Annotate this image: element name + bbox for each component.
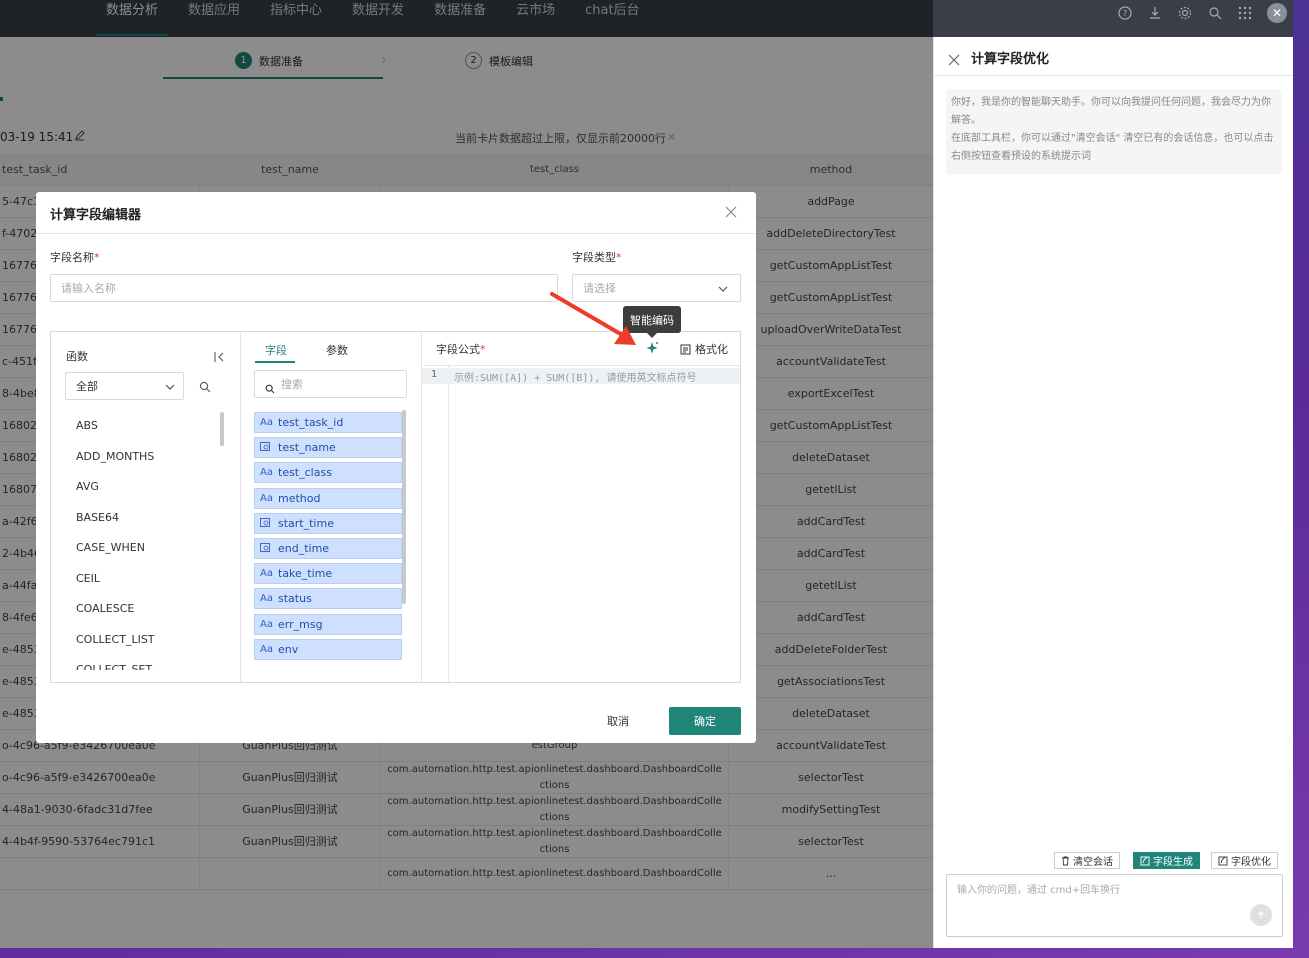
nav-icons: ? ✕ xyxy=(1117,0,1287,26)
search-icon[interactable] xyxy=(1207,5,1223,21)
field-name: env xyxy=(278,642,299,656)
field-generate-button[interactable]: 字段生成 xyxy=(1133,852,1200,869)
function-item[interactable]: COLLECT_LIST xyxy=(76,633,155,646)
cancel-button[interactable]: 取消 xyxy=(607,707,629,735)
function-item[interactable]: ABS xyxy=(76,419,98,432)
editor-panel: 函数 全部 ABS ADD_MONTHS AVG BASE64 CASE_WHEN CEI… xyxy=(50,331,741,683)
field-panel: 字段 参数 搜索 Aa test_task_id test_name Aa test_c… xyxy=(241,332,422,682)
trash-icon xyxy=(1062,856,1069,865)
avatar[interactable]: ✕ xyxy=(1267,3,1287,23)
assistant-side-panel: 计算字段优化 你好，我是你的智能聊天助手。你可以向我提问任何问题，我会尽力为你解… xyxy=(933,37,1293,948)
greeting-text: 你好，我是你的智能聊天助手。你可以向我提问任何问题，我会尽力为你解答。 xyxy=(951,97,1271,126)
clear-chat-button[interactable]: 清空会话 xyxy=(1054,852,1120,869)
function-item[interactable]: CASE_WHEN xyxy=(76,541,145,554)
field-name: start_time xyxy=(278,516,334,530)
download-icon[interactable] xyxy=(1147,5,1163,21)
formula-panel: 字段公式* 格式化 1 示例:SUM([A]) + SUM([B]), 请使用英… xyxy=(422,332,740,682)
settings-icon[interactable] xyxy=(1177,5,1193,21)
function-item[interactable]: ADD_MONTHS xyxy=(76,450,154,463)
red-arrow-annotation xyxy=(550,292,636,345)
field-item[interactable]: start_time xyxy=(254,512,402,534)
string-type-icon: Aa xyxy=(260,492,273,504)
formula-label: 字段公式* xyxy=(436,343,486,356)
line-number: 1 xyxy=(431,369,438,380)
field-name: test_task_id xyxy=(278,416,344,429)
field-name-input[interactable]: 请输入名称 xyxy=(50,274,558,302)
divider xyxy=(934,75,1293,76)
string-type-icon: Aa xyxy=(260,467,273,479)
field-type-label: 字段类型* xyxy=(572,251,622,264)
function-list: ABS ADD_MONTHS AVG BASE64 CASE_WHEN CEIL COALE… xyxy=(51,332,241,670)
modal-overlay-nav xyxy=(0,0,933,37)
field-name: err_msg xyxy=(278,617,323,631)
sparkle-icon[interactable] xyxy=(645,340,659,359)
format-button[interactable]: 格式化 xyxy=(680,341,728,357)
function-item[interactable]: COALESCE xyxy=(76,602,134,615)
divider xyxy=(422,365,740,366)
chevron-down-icon xyxy=(718,283,728,296)
close-icon[interactable] xyxy=(724,204,738,218)
assistant-greeting: 你好，我是你的智能聊天助手。你可以向我提问任何问题，我会尽力为你解答。 在底部工… xyxy=(946,89,1282,174)
ok-button[interactable]: 确定 xyxy=(669,707,741,735)
function-item[interactable]: CEIL xyxy=(76,572,100,585)
date-type-icon xyxy=(260,441,278,454)
format-icon xyxy=(680,344,691,354)
field-optimize-button[interactable]: 字段优化 xyxy=(1211,852,1278,869)
field-item[interactable]: Aa test_task_id xyxy=(254,412,402,433)
apps-icon[interactable] xyxy=(1237,5,1253,21)
scrollbar[interactable] xyxy=(402,410,406,604)
edit-icon xyxy=(1140,856,1150,865)
divider xyxy=(36,233,756,234)
send-icon[interactable] xyxy=(1250,904,1272,926)
string-type-icon: Aa xyxy=(260,568,273,580)
chat-input[interactable]: 输入你的问题，通过 cmd+回车换行 xyxy=(946,874,1283,937)
string-type-icon: Aa xyxy=(260,417,273,428)
string-type-icon: Aa xyxy=(260,618,273,630)
field-item[interactable]: Aa take_time xyxy=(254,563,402,585)
field-item[interactable]: Aa method xyxy=(254,487,402,509)
help-icon[interactable]: ? xyxy=(1117,5,1133,21)
field-name: test_name xyxy=(278,441,336,455)
function-item[interactable]: COLLECT_SET xyxy=(76,663,152,670)
function-item[interactable]: AVG xyxy=(76,480,99,493)
string-type-icon: Aa xyxy=(260,643,273,655)
field-name: status xyxy=(278,592,312,606)
close-icon[interactable] xyxy=(948,51,960,66)
field-item[interactable]: Aa env xyxy=(254,638,402,660)
field-name-label: 字段名称* xyxy=(50,251,100,264)
formula-editor[interactable]: 示例:SUM([A]) + SUM([B]), 请使用英文标点符号 xyxy=(454,369,696,384)
modal-title: 计算字段编辑器 xyxy=(50,208,142,223)
side-panel-title: 计算字段优化 xyxy=(971,52,1050,67)
field-item[interactable]: Aa err_msg xyxy=(254,613,402,635)
function-item[interactable]: BASE64 xyxy=(76,511,119,524)
field-name: end_time xyxy=(278,542,330,555)
field-name: method xyxy=(278,491,321,505)
calc-field-editor-modal: 计算字段编辑器 字段名称* 请输入名称 字段类型* 请选择 函数 全部 ABS A… xyxy=(36,192,756,743)
field-item[interactable]: Aa test_class xyxy=(254,462,402,484)
field-name: take_time xyxy=(278,567,333,581)
function-panel: 函数 全部 ABS ADD_MONTHS AVG BASE64 CASE_WHEN CEI… xyxy=(51,332,241,682)
field-name: test_class xyxy=(278,466,332,480)
field-item[interactable]: end_time xyxy=(254,538,402,559)
greeting-text: 在底部工具栏，你可以通过"清空会话" 清空已有的会话信息，也可以点击右侧按钮查看… xyxy=(951,133,1274,162)
svg-text:?: ? xyxy=(1123,9,1127,18)
field-list: Aa test_task_id test_name Aa test_class Aa met… xyxy=(241,332,422,670)
app-window: 数据分析 数据应用 指标中心 数据开发 数据准备 云市场 chat后台 ? ✕ 1 数据准备… xyxy=(0,0,1293,948)
field-item[interactable]: Aa status xyxy=(254,588,402,610)
date-type-icon xyxy=(260,517,278,530)
string-type-icon: Aa xyxy=(260,593,273,605)
date-type-icon xyxy=(260,542,278,555)
scrollbar[interactable] xyxy=(220,412,224,446)
gutter-divider xyxy=(448,366,449,682)
field-item[interactable]: test_name xyxy=(254,437,402,459)
edit-icon xyxy=(1218,856,1228,865)
